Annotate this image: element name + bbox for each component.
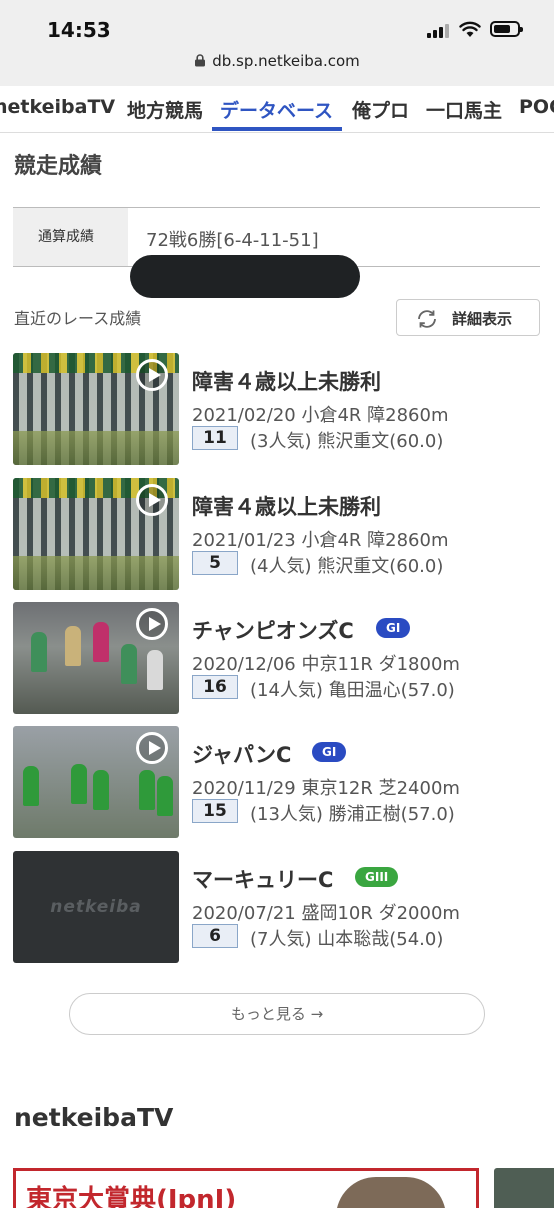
- url-text: db.sp.netkeiba.com: [212, 52, 360, 70]
- status-time: 14:53: [47, 18, 111, 42]
- see-more-button[interactable]: もっと見る →: [69, 993, 485, 1035]
- race-name[interactable]: チャンピオンズC: [192, 615, 354, 645]
- address-bar[interactable]: db.sp.netkeiba.com: [0, 52, 554, 70]
- finish-position: 16: [192, 675, 238, 699]
- summary-label: 通算成績: [13, 208, 128, 266]
- tab-local-racing[interactable]: 地方競馬: [127, 96, 203, 123]
- race-meta: 2021/01/23 小倉4R 障2860m: [192, 530, 449, 551]
- race-row[interactable]: 障害４歳以上未勝利 2021/01/23 小倉4R 障2860m 5 (4人気)…: [0, 478, 554, 590]
- play-icon[interactable]: [136, 484, 168, 516]
- tv-card-image: [336, 1177, 446, 1208]
- play-icon[interactable]: [136, 359, 168, 391]
- jockey-info: (13人気) 勝浦正樹(57.0): [250, 804, 455, 825]
- cellular-signal-icon: [427, 22, 451, 38]
- netkeibatv-section-title: netkeibaTV: [14, 1103, 174, 1132]
- jockey-info: (7人気) 山本聡哉(54.0): [250, 929, 444, 950]
- redaction-bar: [130, 255, 360, 298]
- race-name[interactable]: ジャパンC: [192, 739, 291, 769]
- race-video-thumbnail[interactable]: [13, 353, 179, 465]
- finish-position: 11: [192, 426, 238, 450]
- grade-badge: GI: [376, 618, 411, 638]
- tv-video-card[interactable]: 東京大賞典(JpnⅠ): [13, 1168, 479, 1208]
- tab-netkeibatv[interactable]: netkeibaTV: [0, 96, 115, 118]
- jockey-info: (3人気) 熊沢重文(60.0): [250, 431, 444, 452]
- race-meta: 2021/02/20 小倉4R 障2860m: [192, 405, 449, 426]
- play-icon[interactable]: [136, 608, 168, 640]
- grade-badge: GIII: [355, 867, 399, 887]
- race-thumbnail-placeholder: netkeiba: [13, 851, 179, 963]
- jockey-info: (14人気) 亀田温心(57.0): [250, 680, 455, 701]
- tv-card-headline: 東京大賞典(JpnⅠ): [26, 1185, 237, 1208]
- tab-pog[interactable]: POG: [519, 96, 554, 118]
- battery-icon: [490, 21, 523, 37]
- detail-view-label: 詳細表示: [452, 310, 513, 328]
- play-icon[interactable]: [136, 732, 168, 764]
- race-name[interactable]: 障害４歳以上未勝利: [192, 491, 381, 521]
- race-row[interactable]: netkeiba マーキュリーC GIII 2020/07/21 盛岡10R ダ…: [0, 851, 554, 963]
- race-name[interactable]: マーキュリーC: [192, 864, 333, 894]
- race-video-thumbnail[interactable]: [13, 602, 179, 714]
- browser-chrome: 14:53 db.sp.netkeiba.com: [0, 0, 554, 86]
- recent-races-label: 直近のレース成績: [14, 309, 142, 328]
- tab-hitokuchi[interactable]: 一口馬主: [426, 96, 502, 123]
- tab-database[interactable]: データベース: [220, 96, 333, 123]
- detail-view-button[interactable]: 詳細表示: [396, 299, 540, 336]
- refresh-icon: [418, 310, 436, 328]
- race-video-thumbnail[interactable]: [13, 478, 179, 590]
- finish-position: 15: [192, 799, 238, 823]
- finish-position: 5: [192, 551, 238, 575]
- race-video-thumbnail[interactable]: [13, 726, 179, 838]
- tab-ore-pro[interactable]: 俺プロ: [352, 96, 409, 123]
- wifi-icon: [459, 21, 481, 37]
- jockey-info: (4人気) 熊沢重文(60.0): [250, 556, 444, 577]
- active-tab-indicator: [212, 127, 342, 131]
- race-meta: 2020/07/21 盛岡10R ダ2000m: [192, 903, 460, 924]
- category-tabs: netkeibaTV 地方競馬 データベース 俺プロ 一口馬主 POG: [0, 86, 554, 133]
- race-meta: 2020/11/29 東京12R 芝2400m: [192, 778, 460, 799]
- race-meta: 2020/12/06 中京11R ダ1800m: [192, 654, 460, 675]
- section-title: 競走成績: [14, 154, 103, 179]
- finish-position: 6: [192, 924, 238, 948]
- race-row[interactable]: 障害４歳以上未勝利 2021/02/20 小倉4R 障2860m 11 (3人気…: [0, 353, 554, 465]
- summary-value: 72戦6勝[6-4-11-51]: [146, 230, 319, 251]
- grade-badge: GI: [312, 742, 347, 762]
- race-row[interactable]: チャンピオンズC GI 2020/12/06 中京11R ダ1800m 16 (…: [0, 602, 554, 714]
- race-name[interactable]: 障害４歳以上未勝利: [192, 366, 381, 396]
- tv-video-card[interactable]: [494, 1168, 554, 1208]
- race-row[interactable]: ジャパンC GI 2020/11/29 東京12R 芝2400m 15 (13人…: [0, 726, 554, 838]
- lock-icon: [195, 54, 206, 67]
- netkeiba-logo: netkeiba: [50, 897, 142, 917]
